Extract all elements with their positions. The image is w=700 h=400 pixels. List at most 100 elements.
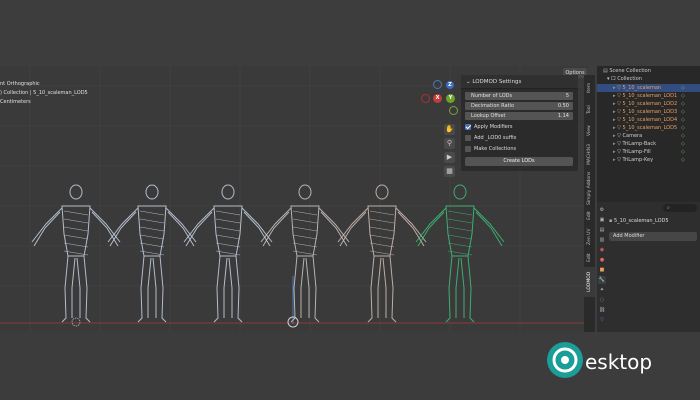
lookup-offset-field[interactable]: Lookup Offset 1.14 (465, 112, 573, 120)
object-name: 5_10_scaleman_LOD5 (613, 218, 669, 224)
field-label: Lookup Offset (471, 113, 506, 119)
watermark-text: esktop (585, 350, 653, 374)
checkbox-unchecked-icon (465, 134, 471, 141)
outliner-item[interactable]: ▸ ▽ 5_10_scaleman_LOD5 ◇ (597, 124, 700, 132)
outliner-item-label: TriLamp-Fill (622, 149, 651, 155)
outliner-item[interactable]: ▸ ▽ 5_10_scaleman ◇ (597, 84, 700, 92)
humanoid-figure[interactable] (183, 184, 273, 323)
outliner-item-label: TriLamp-Back (622, 141, 656, 147)
search-icon: ⌕ (667, 205, 670, 211)
humanoid-figure[interactable] (260, 184, 350, 323)
outliner-item-label: TriLamp-Key (622, 157, 654, 163)
make-collections-checkbox[interactable]: Make Collections (465, 145, 516, 153)
modifier-icon: ◇ (681, 85, 685, 91)
blender-window: nt Orthographic ) Collection | 5_10_scal… (0, 0, 700, 400)
tab-edit[interactable]: Edit (584, 207, 595, 225)
data-props-icon[interactable]: ▽ (598, 316, 606, 324)
outliner-item[interactable]: ▸ ▽ 5_10_scaleman_LOD2 ◇ (597, 100, 700, 108)
humanoid-figure[interactable] (31, 184, 121, 323)
tab-edit-2[interactable]: Edit (584, 249, 595, 267)
tab-tool[interactable]: Tool (584, 99, 595, 121)
render-props-icon[interactable]: ▣ (598, 216, 606, 224)
field-label: Number of LODs (471, 93, 513, 99)
collection-object-text: ) Collection | 5_10_scaleman_LOD5 (0, 90, 88, 96)
outliner-item[interactable]: ▸ ▽ TriLamp-Fill ◇ (597, 148, 700, 156)
lodmod-panel: ⌄ LODMOD Settings Number of LODs 5 Decim… (461, 75, 578, 171)
camera-view-icon[interactable]: ▶ (444, 152, 455, 163)
humanoid-figure[interactable] (415, 184, 505, 323)
outliner-item[interactable]: ▸ ▽ TriLamp-Key ◇ (597, 156, 700, 164)
tab-view[interactable]: View (584, 121, 595, 141)
scene-collection-label: Scene Collection (609, 68, 651, 74)
modifier-props-icon[interactable]: 🔧 (598, 276, 606, 284)
humanoid-figure[interactable] (337, 184, 427, 323)
tab-item[interactable]: Item (584, 77, 595, 99)
field-value: 5 (565, 93, 569, 99)
modifier-icon: ◇ (681, 117, 685, 123)
tool-props-icon[interactable]: ⚙ (598, 206, 606, 214)
outliner-item-label: 5_10_scaleman_LOD4 (622, 117, 678, 123)
outliner-item[interactable]: ▸ ▽ 5_10_scaleman_LOD1 ◇ (597, 92, 700, 100)
outliner-item-label: 5_10_scaleman_LOD5 (622, 125, 678, 131)
sidebar-tabs: Item Tool View MACHIN3 Simply Addons Edi… (584, 75, 595, 332)
number-of-lods-field[interactable]: Number of LODs 5 (465, 92, 573, 100)
modifier-icon: ◇ (681, 93, 685, 99)
gizmo-z-axis[interactable]: Z (446, 81, 454, 89)
modifier-icon: ◇ (681, 125, 685, 131)
checkbox-label: Add _LOD0 suffix (474, 135, 517, 141)
gizmo-y-neg[interactable] (449, 106, 458, 115)
outliner-item[interactable]: ▸ ▽ TriLamp-Back ◇ (597, 140, 700, 148)
gizmo-y-axis[interactable]: Y (446, 94, 455, 103)
scene-props-icon[interactable]: ◉ (598, 246, 606, 254)
props-search-input[interactable]: ⌕ (663, 204, 697, 212)
collection-row[interactable]: ▾ ☐ Collection (597, 75, 700, 83)
watermark-logo: esktop (585, 350, 652, 374)
bottom-area: esktop (0, 332, 700, 400)
checkbox-label: Apply Modifiers (474, 124, 513, 130)
decimation-ratio-field[interactable]: Decimation Ratio 0.50 (465, 102, 573, 110)
outliner-item[interactable]: ▸ ▽ 5_10_scaleman_LOD4 ◇ (597, 116, 700, 124)
physics-icon[interactable]: ◌ (598, 296, 606, 304)
outliner-item[interactable]: ▸ ▽ Camera ◇ (597, 132, 700, 140)
tab-simply-addons[interactable]: Simply Addons (584, 169, 595, 207)
object-props-icon[interactable]: ■ (598, 266, 606, 274)
checkbox-label: Make Collections (474, 146, 517, 152)
lodmod-panel-header[interactable]: ⌄ LODMOD Settings (461, 75, 578, 89)
add-lod0-suffix-checkbox[interactable]: Add _LOD0 suffix (465, 134, 517, 142)
outliner-item-label: Camera (622, 133, 643, 139)
scene-collection-row[interactable]: ▤ Scene Collection (597, 67, 700, 75)
add-modifier-button[interactable]: Add Modifier (609, 232, 697, 241)
checkbox-unchecked-icon (465, 145, 471, 152)
checkbox-checked-icon (465, 123, 471, 130)
lodmod-title: LODMOD Settings (472, 79, 522, 85)
view-layer-icon[interactable]: ▥ (598, 236, 606, 244)
field-value: 0.50 (557, 103, 569, 109)
world-props-icon[interactable]: ● (598, 256, 606, 264)
outliner-item-label: 5_10_scaleman_LOD2 (622, 101, 678, 107)
zoom-icon[interactable]: ⚲ (444, 138, 455, 149)
apply-modifiers-checkbox[interactable]: Apply Modifiers (465, 123, 513, 131)
particles-icon[interactable]: ✦ (598, 286, 606, 294)
create-lods-button[interactable]: Create LODs (465, 157, 573, 166)
modifier-icon: ◇ (681, 141, 685, 147)
gizmo-z-neg[interactable] (433, 80, 442, 89)
hand-pan-icon[interactable]: ✋ (444, 124, 455, 135)
tab-lodmod[interactable]: LODMOD (584, 267, 595, 297)
constraints-icon[interactable]: ⛓ (598, 306, 606, 314)
humanoid-figure[interactable] (107, 184, 197, 323)
field-value: 1.14 (557, 113, 569, 119)
gizmo-x-axis[interactable]: X (433, 94, 442, 103)
outliner-item[interactable]: ▸ ▽ 5_10_scaleman_LOD3 ◇ (597, 108, 700, 116)
viewport-info: nt Orthographic ) Collection | 5_10_scal… (0, 80, 88, 107)
tab-machin3[interactable]: MACHIN3 (584, 141, 595, 169)
grid-view-icon[interactable]: ▦ (444, 166, 455, 177)
object-name-row[interactable]: ▪ 5_10_scaleman_LOD5 (609, 217, 697, 225)
properties-editor: ⚙ ▣ ▤ ▥ ◉ ● ■ 🔧 ✦ ◌ ⛓ ▽ ⌕ ▪ 5_10_scalema… (597, 202, 700, 332)
tab-zen-uv[interactable]: Zen UV (584, 225, 595, 249)
gizmo-x-neg[interactable] (421, 94, 430, 103)
field-label: Decimation Ratio (471, 103, 515, 109)
outliner-item-label: 5_10_scaleman_LOD1 (622, 93, 678, 99)
output-props-icon[interactable]: ▤ (598, 226, 606, 234)
modifier-icon: ◇ (681, 149, 685, 155)
outliner-item-label: 5_10_scaleman (622, 85, 662, 91)
